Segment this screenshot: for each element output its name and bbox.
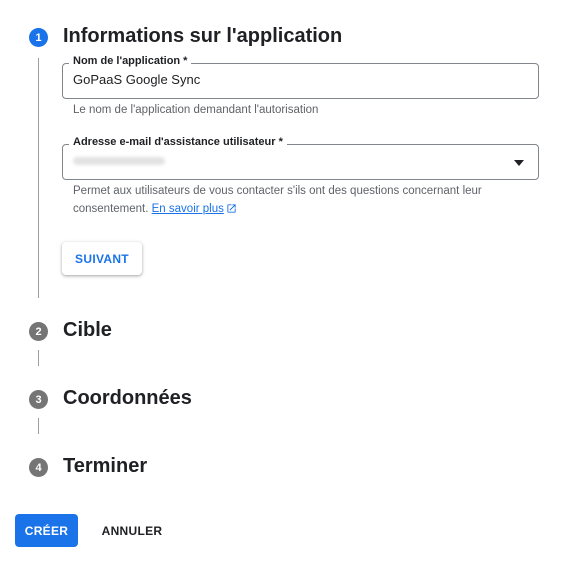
step-4-indicator: 4 <box>29 458 48 477</box>
step-2-indicator: 2 <box>29 322 48 341</box>
next-button[interactable]: SUIVANT <box>62 242 142 275</box>
learn-more-link[interactable]: En savoir plus <box>152 203 224 215</box>
app-name-hint: Le nom de l'application demandant l'auto… <box>73 104 319 116</box>
step-3-connector <box>38 418 39 434</box>
step-2-connector <box>38 350 39 366</box>
step-3-title[interactable]: Coordonnées <box>63 387 192 410</box>
step-2-title[interactable]: Cible <box>63 319 112 342</box>
step-4-title[interactable]: Terminer <box>63 455 147 478</box>
support-email-hint: Permet aux utilisateurs de vous contacte… <box>73 182 523 218</box>
app-name-label: Nom de l'application * <box>69 55 192 67</box>
cancel-button[interactable]: ANNULER <box>92 514 172 547</box>
external-link-icon[interactable] <box>226 203 237 214</box>
create-button[interactable]: CRÉER <box>15 514 78 547</box>
support-email-select[interactable]: Adresse e-mail d'assistance utilisateur … <box>62 136 539 180</box>
step-3-indicator: 3 <box>29 390 48 409</box>
dropdown-arrow-icon[interactable] <box>514 160 524 166</box>
step-1-indicator: 1 <box>29 28 48 47</box>
app-name-value: GoPaaS Google Sync <box>73 72 201 87</box>
step-1-connector <box>38 58 39 298</box>
redacted-email-value <box>73 157 165 165</box>
step-1-title: Informations sur l'application <box>63 25 343 47</box>
support-email-label: Adresse e-mail d'assistance utilisateur … <box>69 136 287 148</box>
app-name-field[interactable]: Nom de l'application * GoPaaS Google Syn… <box>62 55 539 99</box>
support-email-hint-text: Permet aux utilisateurs de vous contacte… <box>73 185 482 215</box>
